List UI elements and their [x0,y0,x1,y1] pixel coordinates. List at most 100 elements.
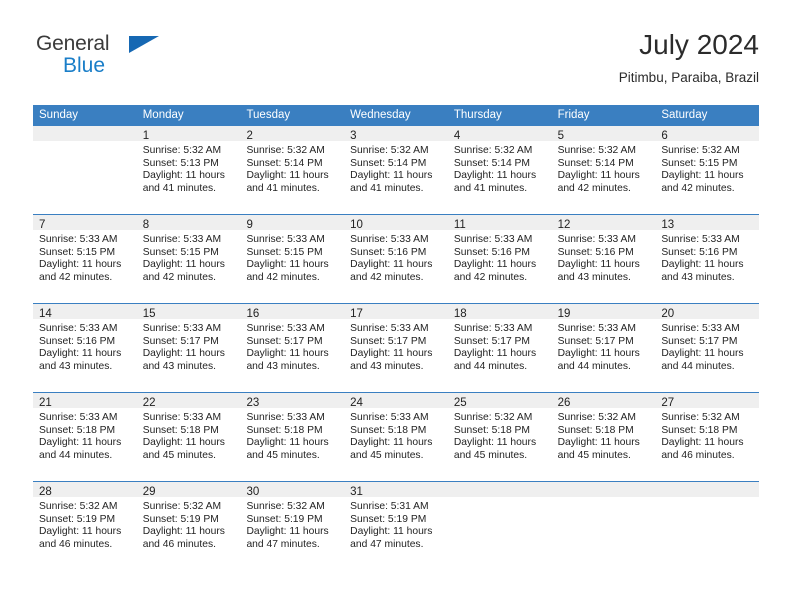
sunset-text: Sunset: 5:19 PM [350,513,427,525]
day-cell-6[interactable]: 6 Sunrise: 5:32 AM Sunset: 5:15 PM Daylight… [655,126,760,214]
day-cell-7[interactable]: 7 Sunrise: 5:33 AM Sunset: 5:15 PM Daylight… [33,215,137,303]
sunset-text: Sunset: 5:18 PM [142,424,219,436]
sunset-text: Sunset: 5:14 PM [246,157,323,169]
day-cell-11[interactable]: 11 Sunrise: 5:33 AM Sunset: 5:16 PM Dayligh… [447,215,552,303]
daylight-text-line2: and 47 minutes. [350,538,424,550]
day-number: 30 [246,486,260,498]
day-cell-23[interactable]: 23 Sunrise: 5:33 AM Sunset: 5:18 PM Dayligh… [240,393,345,481]
day-cell-8[interactable]: 8 Sunrise: 5:33 AM Sunset: 5:15 PM Daylight… [136,215,241,303]
day-sun-info: Sunrise: 5:33 AM Sunset: 5:18 PM Daylight:… [33,408,137,462]
sunrise-text: Sunrise: 5:32 AM [350,145,429,156]
day-cell-29[interactable]: 29 Sunrise: 5:32 AM Sunset: 5:19 PM Dayligh… [136,482,241,570]
sunrise-text: Sunrise: 5:33 AM [557,323,637,334]
day-cell-22[interactable]: 22 Sunrise: 5:33 AM Sunset: 5:18 PM Dayligh… [136,393,241,481]
day-cell-1[interactable]: 1 Sunrise: 5:32 AM Sunset: 5:13 PM Daylight… [136,126,241,214]
daylight-text-line1: Daylight: 11 hours [350,170,433,182]
day-number-band: 12 [551,215,656,231]
day-number-band: 4 [447,126,552,142]
daylight-text-line2: and 42 minutes. [39,271,113,283]
daylight-text-line2: and 46 minutes. [39,538,113,550]
day-number-band: 17 [344,304,448,320]
sunrise-text: Sunrise: 5:33 AM [246,234,325,245]
day-cell-30[interactable]: 30 Sunrise: 5:32 AM Sunset: 5:19 PM Dayligh… [240,482,345,570]
day-cell-27[interactable]: 27 Sunrise: 5:32 AM Sunset: 5:18 PM Dayligh… [655,393,760,481]
daylight-text-line1: Daylight: 11 hours [453,348,537,360]
calendar-week-row: 21 Sunrise: 5:33 AM Sunset: 5:18 PM Dayligh… [33,392,760,481]
day-cell-2[interactable]: 2 Sunrise: 5:32 AM Sunset: 5:14 PM Daylight… [240,126,345,214]
day-cell-10[interactable]: 10 Sunrise: 5:33 AM Sunset: 5:16 PM Dayligh… [344,215,448,303]
sunrise-text: Sunrise: 5:32 AM [246,501,325,512]
day-number-band [655,482,760,497]
day-cell-20[interactable]: 20 Sunrise: 5:33 AM Sunset: 5:17 PM Dayligh… [655,304,760,392]
day-cell-3[interactable]: 3 Sunrise: 5:32 AM Sunset: 5:14 PM Daylight… [344,126,448,214]
day-number: 24 [350,397,363,409]
sunrise-text: Sunrise: 5:33 AM [246,323,325,334]
daylight-text-line1: Daylight: 11 hours [246,526,329,538]
day-number-band: 21 [33,393,137,409]
day-sun-info: Sunrise: 5:33 AM Sunset: 5:16 PM Daylight:… [552,230,656,284]
sunset-text: Sunset: 5:18 PM [350,424,427,436]
day-cell-5[interactable]: 5 Sunrise: 5:32 AM Sunset: 5:14 PM Daylight… [551,126,656,214]
day-cell-16[interactable]: 16 Sunrise: 5:33 AM Sunset: 5:17 PM Dayligh… [240,304,345,392]
daylight-text-line2: and 42 minutes. [661,182,735,194]
sunset-text: Sunset: 5:19 PM [246,513,323,525]
day-number: 2 [246,130,253,142]
day-cell-9[interactable]: 9 Sunrise: 5:33 AM Sunset: 5:15 PM Daylight… [240,215,345,303]
daylight-text-line2: and 43 minutes. [246,360,320,372]
day-cell-19[interactable]: 19 Sunrise: 5:33 AM Sunset: 5:17 PM Dayligh… [551,304,656,392]
day-number-band: 27 [655,393,760,409]
daylight-text-line1: Daylight: 11 hours [39,437,122,449]
day-cell-15[interactable]: 15 Sunrise: 5:33 AM Sunset: 5:17 PM Dayligh… [136,304,241,392]
logo-triangle-icon [129,36,159,53]
day-cell-31[interactable]: 31 Sunrise: 5:31 AM Sunset: 5:19 PM Dayligh… [344,482,448,570]
day-sun-info: Sunrise: 5:31 AM Sunset: 5:19 PM Daylight:… [344,497,448,551]
day-cell-24[interactable]: 24 Sunrise: 5:33 AM Sunset: 5:18 PM Dayligh… [344,393,448,481]
daylight-text-line2: and 45 minutes. [142,449,216,461]
day-number: 17 [350,308,363,320]
day-cell-17[interactable]: 17 Sunrise: 5:33 AM Sunset: 5:17 PM Dayligh… [344,304,448,392]
daylight-text-line1: Daylight: 11 hours [142,170,225,182]
daylight-text-line1: Daylight: 11 hours [453,170,537,182]
day-sun-info: Sunrise: 5:33 AM Sunset: 5:16 PM Daylight:… [448,230,552,284]
day-sun-info: Sunrise: 5:33 AM Sunset: 5:17 PM Daylight:… [240,319,344,373]
day-number: 27 [661,397,675,409]
daylight-text-line1: Daylight: 11 hours [350,437,433,449]
day-number: 6 [661,130,668,142]
weekday-header-wednesday: Wednesday [350,109,411,121]
day-cell-28[interactable]: 28 Sunrise: 5:32 AM Sunset: 5:19 PM Dayligh… [33,482,137,570]
day-sun-info: Sunrise: 5:33 AM Sunset: 5:15 PM Daylight:… [240,230,344,284]
day-cell-empty [655,482,760,570]
daylight-text-line1: Daylight: 11 hours [557,348,640,360]
sunrise-text: Sunrise: 5:33 AM [39,412,118,423]
daylight-text-line2: and 43 minutes. [142,360,216,372]
daylight-text-line2: and 43 minutes. [661,271,735,283]
day-cell-12[interactable]: 12 Sunrise: 5:33 AM Sunset: 5:16 PM Dayligh… [551,215,656,303]
calendar-week-row: 14 Sunrise: 5:33 AM Sunset: 5:16 PM Dayligh… [33,303,760,392]
daylight-text-line1: Daylight: 11 hours [557,437,640,449]
day-cell-13[interactable]: 13 Sunrise: 5:33 AM Sunset: 5:16 PM Dayligh… [655,215,760,303]
sunset-text: Sunset: 5:19 PM [39,513,116,525]
daylight-text-line2: and 45 minutes. [246,449,320,461]
day-cell-21[interactable]: 21 Sunrise: 5:33 AM Sunset: 5:18 PM Dayligh… [33,393,137,481]
page-header: General Blue July 2024 Pitimbu, Paraiba,… [33,28,759,96]
day-cell-25[interactable]: 25 Sunrise: 5:32 AM Sunset: 5:18 PM Dayligh… [447,393,552,481]
daylight-text-line2: and 43 minutes. [557,271,631,283]
day-cell-14[interactable]: 14 Sunrise: 5:33 AM Sunset: 5:16 PM Dayligh… [33,304,137,392]
general-blue-logo[interactable]: General Blue [33,32,163,84]
day-cell-26[interactable]: 26 Sunrise: 5:32 AM Sunset: 5:18 PM Dayligh… [551,393,656,481]
daylight-text-line1: Daylight: 11 hours [39,526,122,538]
day-cell-4[interactable]: 4 Sunrise: 5:32 AM Sunset: 5:14 PM Daylight… [447,126,552,214]
daylight-text-line2: and 46 minutes. [142,538,216,550]
sunset-text: Sunset: 5:15 PM [661,157,738,169]
sunset-text: Sunset: 5:18 PM [453,424,531,436]
day-cell-empty [447,482,552,570]
day-cell-18[interactable]: 18 Sunrise: 5:33 AM Sunset: 5:17 PM Dayligh… [447,304,552,392]
day-sun-info: Sunrise: 5:33 AM Sunset: 5:15 PM Daylight:… [137,230,241,284]
sunset-text: Sunset: 5:16 PM [453,246,531,258]
location-subtitle: Pitimbu, Paraiba, Brazil [618,70,759,85]
sunset-text: Sunset: 5:13 PM [142,157,219,169]
sunrise-text: Sunrise: 5:31 AM [350,501,429,512]
daylight-text-line2: and 42 minutes. [350,271,424,283]
day-sun-info: Sunrise: 5:32 AM Sunset: 5:14 PM Daylight:… [240,141,344,195]
daylight-text-line1: Daylight: 11 hours [350,348,433,360]
